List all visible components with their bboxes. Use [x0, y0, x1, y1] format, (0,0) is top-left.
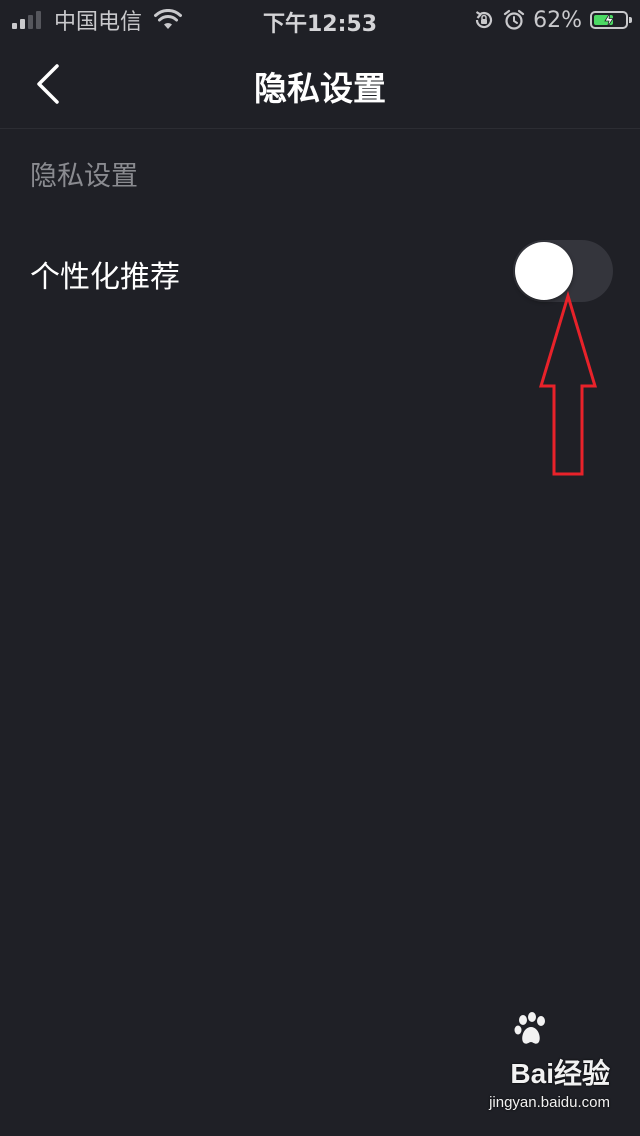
status-bar: 中国电信 下午12:53 62%: [0, 0, 640, 40]
alarm-icon: [503, 9, 525, 30]
section-header: 隐私设置: [30, 161, 138, 192]
watermark-logo: Bai经验: [510, 1058, 610, 1089]
annotation-arrow-icon: [538, 290, 598, 476]
watermark-url: jingyan.baidu.com: [489, 1094, 610, 1111]
paw-icon: [514, 1012, 545, 1044]
nav-bar: 隐私设置: [0, 40, 640, 129]
battery-charging-icon: [590, 11, 632, 29]
battery-percent: 62%: [533, 7, 582, 33]
charging-bolt-icon: [604, 13, 614, 27]
status-bar-right: 62%: [473, 6, 632, 34]
rotation-lock-icon: [475, 11, 493, 29]
setting-label: 个性化推荐: [30, 260, 180, 295]
page-title: 隐私设置: [254, 69, 386, 108]
watermark: Bai经验 jingyan.baidu.com: [470, 1012, 610, 1122]
